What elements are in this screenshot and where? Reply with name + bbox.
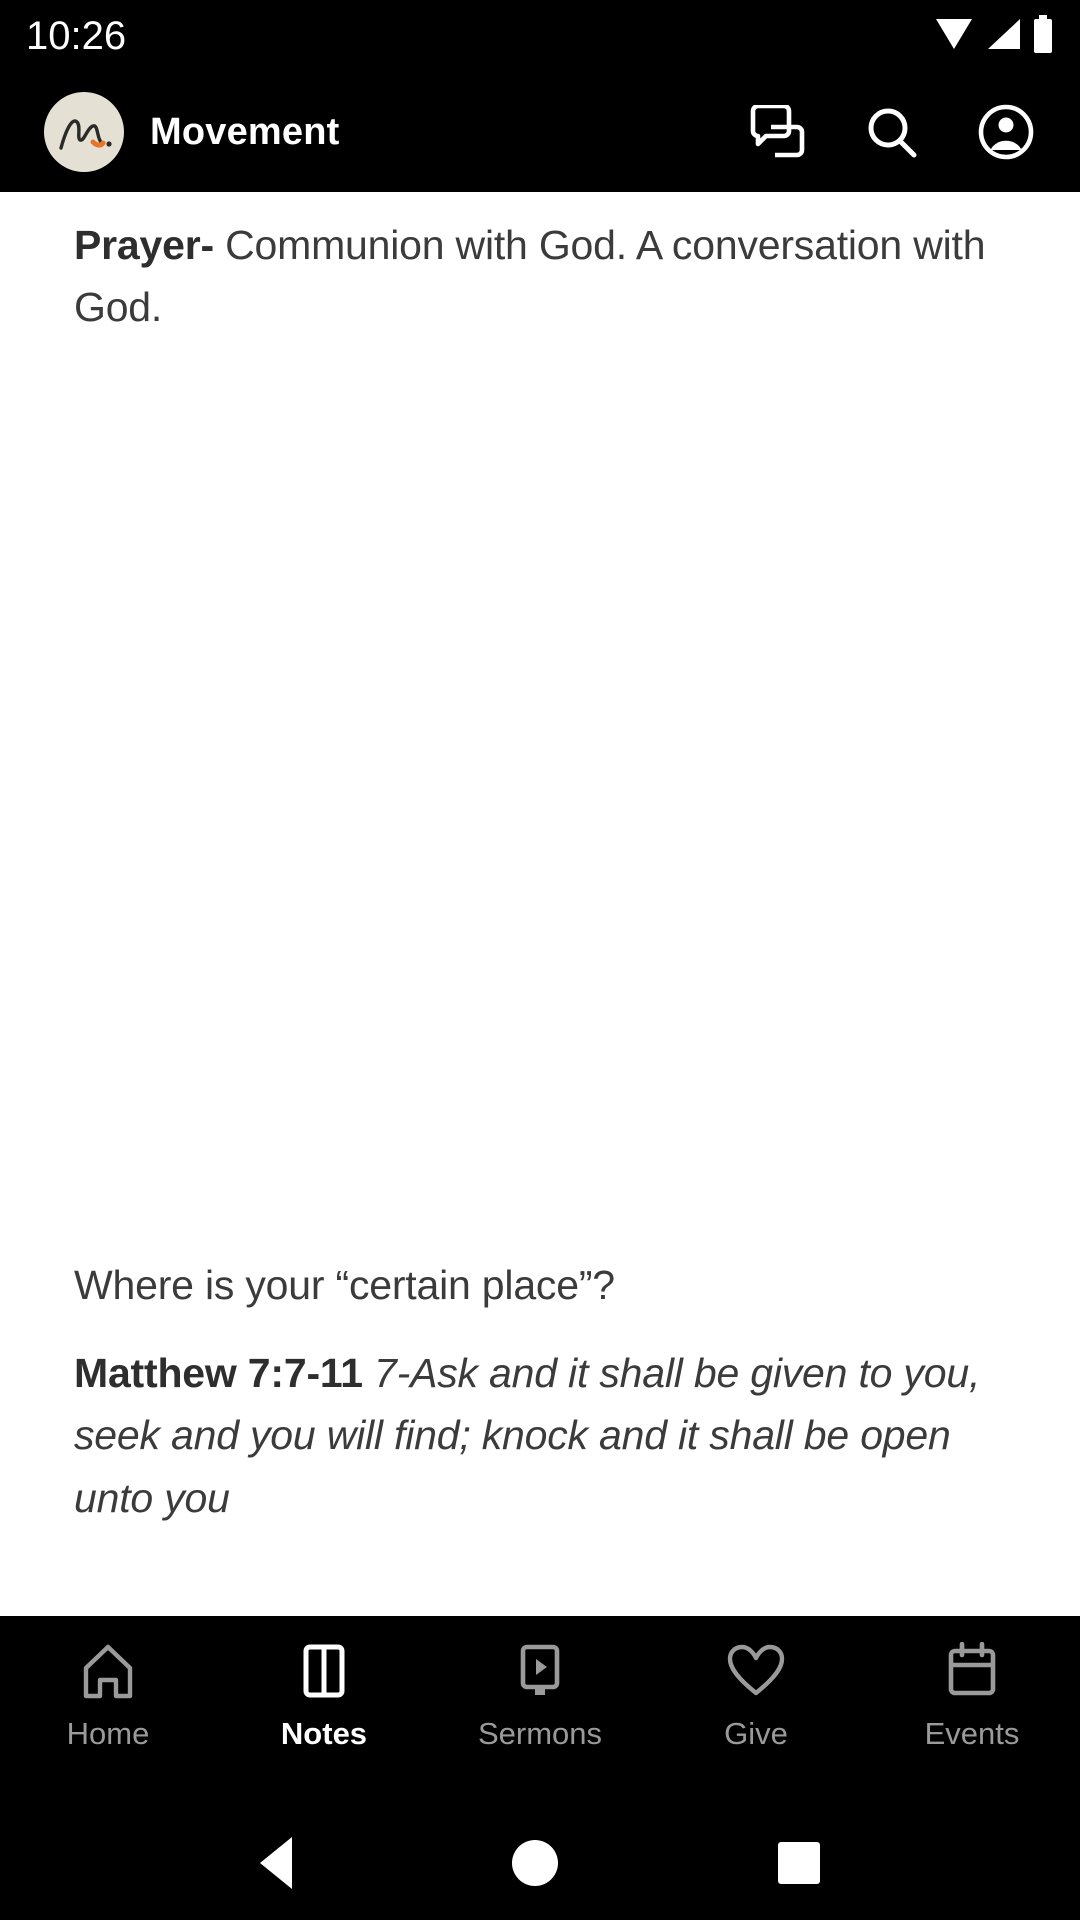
status-bar: 10:26 [0,0,1080,72]
battery-icon [1032,14,1054,58]
tab-sermons[interactable]: Sermons [440,1640,640,1752]
app-header-actions [748,102,1050,162]
notes-content[interactable]: Prayer- Communion with God. A conversati… [0,192,1080,1616]
app-header: Movement [0,72,1080,192]
tab-label-notes: Notes [280,1716,368,1751]
tab-home[interactable]: Home [8,1640,208,1752]
back-triangle-icon[interactable] [260,1837,292,1889]
cellular-signal-icon [984,17,1022,56]
wifi-icon [934,17,974,56]
note-scripture: Matthew 7:7-11 7-Ask and it shall be giv… [74,1342,1040,1529]
bottom-tab-bar: Home Notes Sermons Give Events [0,1616,1080,1806]
phone-screen: 10:26 Movement Prayer- Communion with Go… [0,0,1080,1920]
heart-icon [726,1640,786,1702]
search-icon[interactable] [862,102,922,162]
note-question: Where is your “certain place”? [74,1262,615,1308]
app-brand[interactable]: Movement [44,92,748,172]
scripture-reference: Matthew 7:7-11 [74,1350,363,1396]
video-play-icon [511,1640,569,1702]
tab-label-sermons: Sermons [477,1716,603,1751]
system-navigation-bar [0,1806,1080,1920]
tab-events[interactable]: Events [872,1640,1072,1752]
account-icon[interactable] [976,102,1036,162]
status-bar-icons [934,14,1054,58]
tab-label-events: Events [924,1716,1020,1751]
status-bar-clock: 10:26 [26,14,127,58]
movement-logo-avatar[interactable] [44,92,124,172]
messages-icon[interactable] [748,102,808,162]
note-paragraph-prayer: Prayer- Communion with God. A conversati… [74,192,1006,339]
home-icon [78,1640,138,1702]
app-title: Movement [150,110,340,153]
calendar-icon [944,1640,1000,1702]
tab-label-home: Home [66,1716,150,1751]
prayer-label: Prayer- [74,222,214,268]
tab-give[interactable]: Give [656,1640,856,1752]
notes-book-icon [298,1640,350,1702]
home-circle-icon[interactable] [512,1840,558,1886]
recents-square-icon[interactable] [778,1842,820,1884]
tab-notes[interactable]: Notes [224,1640,424,1752]
tab-label-give: Give [724,1716,788,1751]
